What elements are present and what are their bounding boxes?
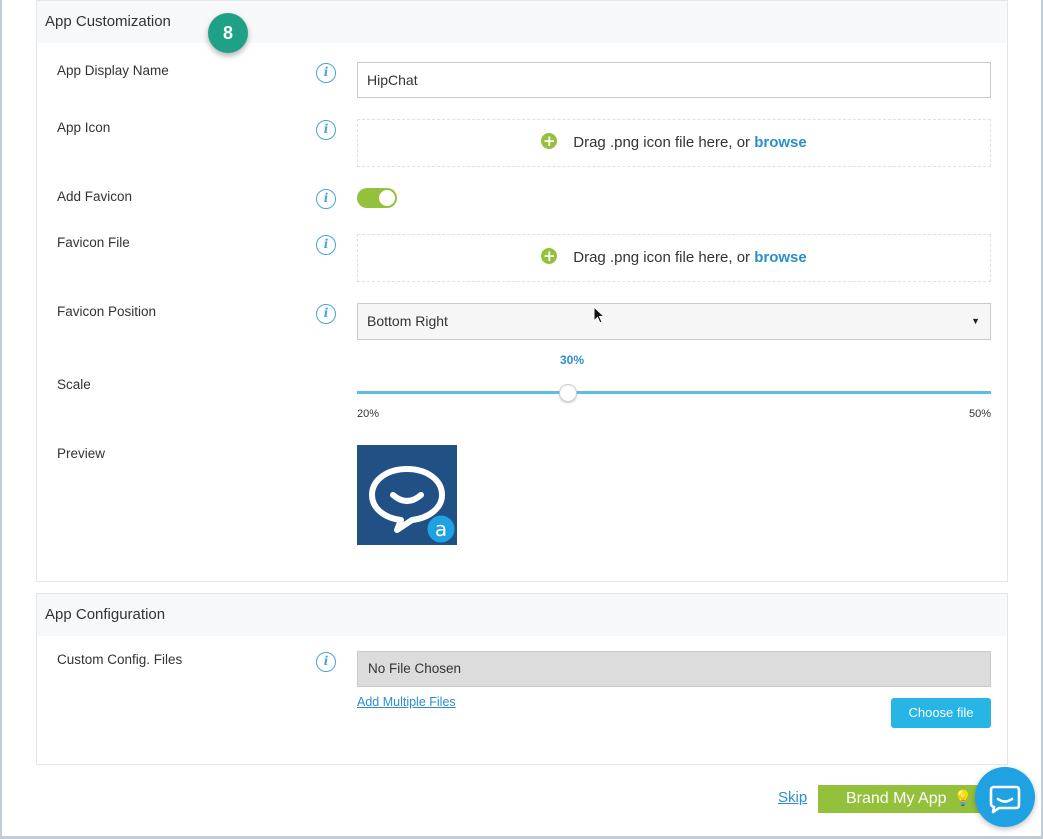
custom-config-file-status: No File Chosen — [357, 651, 991, 687]
choose-file-button[interactable]: Choose file — [891, 698, 991, 728]
add-circle-icon: + — [541, 247, 558, 266]
favicon-badge-letter: a — [435, 517, 447, 541]
info-icon[interactable]: i — [316, 120, 336, 140]
preview-label: Preview — [57, 446, 106, 461]
favicon-browse-link[interactable]: browse — [754, 249, 807, 266]
caret-down-icon: ▼ — [971, 316, 980, 326]
scale-label: Scale — [57, 377, 91, 392]
hipchat-logo-icon: a — [369, 466, 456, 544]
favicon-position-select[interactable]: Bottom Right ▼ — [357, 303, 991, 340]
step-badge: 8 — [208, 13, 248, 53]
app-customization-title: App Customization — [37, 1, 1007, 43]
chat-icon — [989, 785, 1021, 814]
app-icon-label: App Icon — [57, 120, 111, 135]
skip-link[interactable]: Skip — [778, 789, 807, 806]
info-icon[interactable]: i — [316, 652, 336, 672]
info-icon[interactable]: i — [316, 63, 336, 83]
favicon-file-label: Favicon File — [57, 235, 130, 250]
favicon-file-dropzone[interactable]: + Drag .png icon file here, or browse — [357, 234, 991, 282]
scale-slider-handle[interactable] — [559, 384, 578, 402]
scale-min-label: 20% — [357, 408, 380, 420]
app-icon-browse-link[interactable]: browse — [754, 134, 807, 151]
scale-slider-track[interactable] — [357, 391, 991, 394]
info-icon[interactable]: i — [316, 304, 336, 324]
scale-max-label: 50% — [969, 408, 992, 420]
app-icon-dropzone[interactable]: + Drag .png icon file here, or browse — [357, 119, 991, 167]
toggle-knob — [379, 190, 395, 206]
add-favicon-label: Add Favicon — [57, 189, 133, 204]
favicon-position-label: Favicon Position — [57, 304, 157, 319]
custom-config-label: Custom Config. Files — [57, 652, 183, 667]
app-icon-drop-prompt: Drag .png icon file here, or — [573, 134, 755, 151]
info-icon[interactable]: i — [316, 189, 336, 209]
brand-my-app-button[interactable]: Brand My App 💡 — [818, 785, 988, 813]
add-favicon-toggle[interactable] — [357, 188, 397, 208]
app-display-name-label: App Display Name — [57, 63, 169, 78]
favicon-position-value: Bottom Right — [367, 313, 448, 329]
add-circle-icon: + — [541, 132, 558, 151]
brand-my-app-label: Brand My App — [846, 790, 947, 807]
info-icon[interactable]: i — [316, 235, 336, 255]
chat-widget-button[interactable] — [975, 767, 1035, 827]
app-display-name-input[interactable]: HipChat — [357, 62, 991, 98]
favicon-drop-prompt: Drag .png icon file here, or — [573, 249, 755, 266]
mouse-cursor-icon — [593, 306, 606, 324]
lightbulb-icon: 💡 — [953, 790, 973, 807]
app-configuration-title: App Configuration — [37, 594, 1007, 636]
app-icon-preview: a — [357, 445, 457, 545]
add-multiple-files-link[interactable]: Add Multiple Files — [357, 695, 456, 709]
scale-value: 30% — [559, 353, 585, 367]
